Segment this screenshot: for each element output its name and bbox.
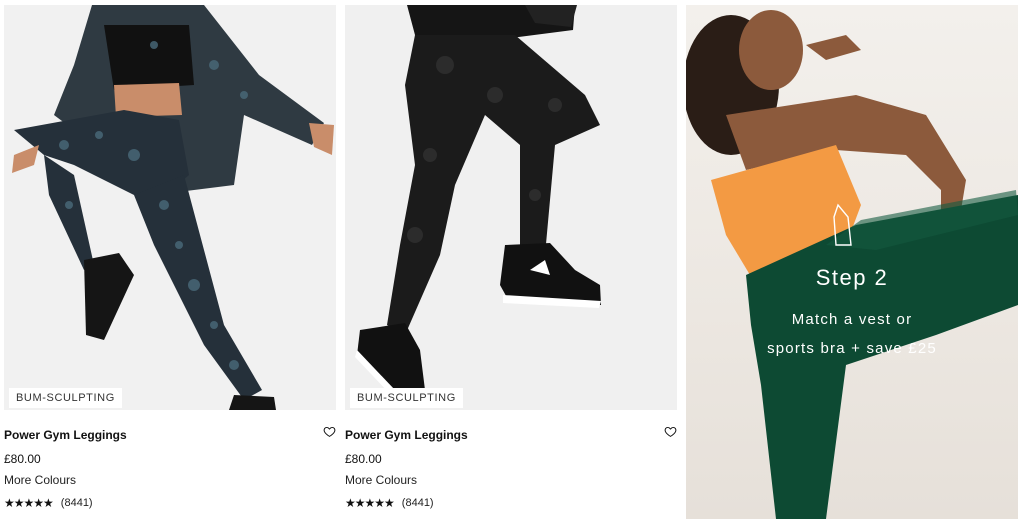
review-count: (8441) — [60, 497, 93, 509]
product-card-2[interactable]: BUM-SCULPTING Power Gym Leggings £80.00 … — [345, 5, 677, 520]
product-image-1[interactable]: BUM-SCULPTING — [4, 5, 336, 410]
more-colours-link[interactable]: More Colours — [4, 473, 76, 487]
promo-model-photo — [686, 10, 1018, 519]
promo-tile[interactable]: Step 2 Match a vest or sports bra + save… — [686, 5, 1018, 519]
promo-line-1: Match a vest or — [791, 311, 913, 328]
promo-text: Step 2 Match a vest or sports bra + save… — [686, 265, 1018, 363]
product-name[interactable]: Power Gym Leggings — [4, 428, 127, 442]
product-image-2[interactable]: BUM-SCULPTING — [345, 5, 677, 410]
heart-icon[interactable] — [664, 425, 677, 438]
promo-line-2: sports bra + save £25 — [767, 340, 937, 357]
product-price: £80.00 — [345, 452, 382, 466]
review-count: (8441) — [401, 497, 434, 509]
badge-label: BUM-SCULPTING — [9, 388, 122, 408]
rating[interactable]: ★★★★★ (8441) — [4, 496, 93, 510]
model-photo-black-leggings — [345, 5, 677, 410]
star-rating-icon: ★★★★★ — [345, 496, 395, 510]
product-price: £80.00 — [4, 452, 41, 466]
promo-step-heading: Step 2 — [815, 265, 889, 290]
more-colours-link[interactable]: More Colours — [345, 473, 417, 487]
star-rating-icon: ★★★★★ — [4, 496, 54, 510]
model-photo-printed-leggings — [4, 5, 336, 410]
badge-label: BUM-SCULPTING — [350, 388, 463, 408]
product-name[interactable]: Power Gym Leggings — [345, 428, 468, 442]
product-card-1[interactable]: BUM-SCULPTING Power Gym Leggings £80.00 … — [4, 5, 336, 520]
rating[interactable]: ★★★★★ (8441) — [345, 496, 434, 510]
heart-icon[interactable] — [323, 425, 336, 438]
